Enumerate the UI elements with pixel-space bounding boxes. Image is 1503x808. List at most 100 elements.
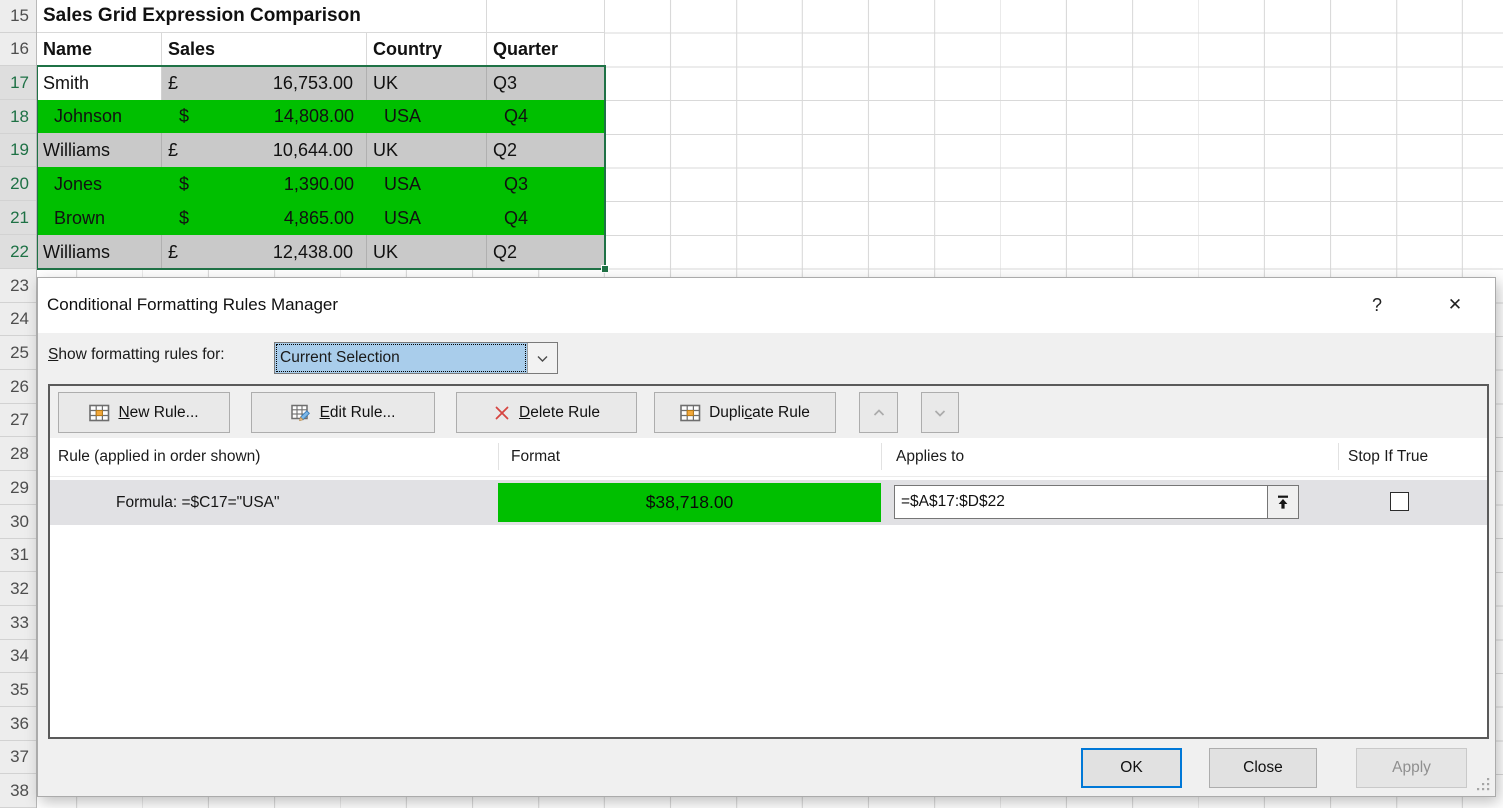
column-header-stop-if-true: Stop If True xyxy=(1348,438,1428,476)
row-number-22[interactable]: 22 xyxy=(0,235,36,269)
cell-b17[interactable]: £16,753.00 xyxy=(162,66,367,100)
move-rule-up-button[interactable] xyxy=(859,392,898,433)
row-number-26[interactable]: 26 xyxy=(0,370,36,404)
amount: 10,644.00 xyxy=(273,140,353,161)
new-rule-button[interactable]: New Rule... xyxy=(58,392,230,433)
fill-handle[interactable] xyxy=(601,265,609,273)
cell-b18[interactable]: $14,808.00 xyxy=(162,100,367,133)
row-number-35[interactable]: 35 xyxy=(0,673,36,707)
row-number-28[interactable]: 28 xyxy=(0,437,36,471)
cell-d22[interactable]: Q2 xyxy=(487,235,605,269)
row-number-23[interactable]: 23 xyxy=(0,269,36,303)
row-number-30[interactable]: 30 xyxy=(0,505,36,539)
column-separator xyxy=(881,443,882,470)
cell-d18[interactable]: Q4 xyxy=(487,100,605,133)
cell-d16-header-quarter[interactable]: Quarter xyxy=(487,33,605,66)
currency-symbol: £ xyxy=(168,140,178,161)
row-number-16[interactable]: 16 xyxy=(0,33,36,66)
cell-c18[interactable]: USA xyxy=(367,100,487,133)
cell-a22[interactable]: Williams xyxy=(37,235,162,269)
cell-a21[interactable]: Brown xyxy=(37,201,162,235)
cell-b22[interactable]: £12,438.00 xyxy=(162,235,367,269)
applies-to-input[interactable] xyxy=(895,486,1267,518)
apply-button[interactable]: Apply xyxy=(1356,748,1467,788)
cell-d15[interactable] xyxy=(487,0,605,33)
cell-a16-header-name[interactable]: Name xyxy=(37,33,162,66)
amount: 12,438.00 xyxy=(273,242,353,263)
cell-c20[interactable]: USA xyxy=(367,167,487,201)
red-x-icon xyxy=(493,404,511,422)
row-number-36[interactable]: 36 xyxy=(0,707,36,741)
duplicate-rule-label: Duplicate Rule xyxy=(709,404,810,422)
currency-symbol: $ xyxy=(179,106,189,127)
edit-rule-label: Edit Rule... xyxy=(320,404,396,422)
amount: 1,390.00 xyxy=(284,174,354,195)
cell-c16-header-country[interactable]: Country xyxy=(367,33,487,66)
close-icon[interactable]: ✕ xyxy=(1438,290,1472,320)
scope-dropdown[interactable]: Current Selection xyxy=(274,342,558,374)
cell-d17[interactable]: Q3 xyxy=(487,66,605,100)
edit-rule-button[interactable]: Edit Rule... xyxy=(251,392,435,433)
new-rule-label: New Rule... xyxy=(118,404,198,422)
cell-b16-header-sales[interactable]: Sales xyxy=(162,33,367,66)
cell-c22[interactable]: UK xyxy=(367,235,487,269)
rule-formula-text: Formula: =$C17="USA" xyxy=(116,480,280,525)
resize-grip[interactable] xyxy=(1477,778,1490,791)
rule-format-preview: $38,718.00 xyxy=(498,483,881,522)
cell-b21[interactable]: $4,865.00 xyxy=(162,201,367,235)
close-button[interactable]: Close xyxy=(1209,748,1317,788)
row-number-33[interactable]: 33 xyxy=(0,606,36,640)
row-number-25[interactable]: 25 xyxy=(0,336,36,370)
cell-c17[interactable]: UK xyxy=(367,66,487,100)
cell-a17-active[interactable]: Smith xyxy=(37,66,162,100)
show-formatting-rules-label: Show formatting rules for: xyxy=(48,346,225,364)
rules-toolbar: New Rule... Edit Rule... Delete Rule Dup… xyxy=(50,386,1487,438)
help-icon[interactable]: ? xyxy=(1360,290,1394,320)
row-number-32[interactable]: 32 xyxy=(0,572,36,606)
currency-symbol: $ xyxy=(179,208,189,229)
row-number-29[interactable]: 29 xyxy=(0,471,36,505)
rule-row-selected[interactable]: Formula: =$C17="USA" $38,718.00 xyxy=(50,480,1487,525)
cell-b20[interactable]: $1,390.00 xyxy=(162,167,367,201)
row-number-27[interactable]: 27 xyxy=(0,404,36,437)
dialog-titlebar: Conditional Formatting Rules Manager ? ✕ xyxy=(38,278,1495,333)
column-separator xyxy=(498,443,499,470)
cell-d20[interactable]: Q3 xyxy=(487,167,605,201)
cell-c19[interactable]: UK xyxy=(367,133,487,167)
row-number-19[interactable]: 19 xyxy=(0,134,36,167)
currency-symbol: £ xyxy=(168,242,178,263)
cell-c21[interactable]: USA xyxy=(367,201,487,235)
chevron-down-icon[interactable] xyxy=(527,343,557,373)
row-number-34[interactable]: 34 xyxy=(0,640,36,673)
row-number-17[interactable]: 17 xyxy=(0,66,36,100)
ok-button[interactable]: OK xyxy=(1081,748,1182,788)
cell-b19[interactable]: £10,644.00 xyxy=(162,133,367,167)
stop-if-true-checkbox[interactable] xyxy=(1390,492,1409,511)
column-header-rule: Rule (applied in order shown) xyxy=(58,438,260,476)
row-number-31[interactable]: 31 xyxy=(0,539,36,572)
cell-d19[interactable]: Q2 xyxy=(487,133,605,167)
move-rule-down-button[interactable] xyxy=(921,392,959,433)
cell-a18[interactable]: Johnson xyxy=(37,100,162,133)
cell-a15-title[interactable]: Sales Grid Expression Comparison xyxy=(37,0,487,33)
row-number-21[interactable]: 21 xyxy=(0,201,36,235)
table-pencil-icon xyxy=(291,404,312,422)
row-number-20[interactable]: 20 xyxy=(0,167,36,201)
cell-a19[interactable]: Williams xyxy=(37,133,162,167)
duplicate-rule-button[interactable]: Duplicate Rule xyxy=(654,392,836,433)
row-number-38[interactable]: 38 xyxy=(0,774,36,808)
row-number-24[interactable]: 24 xyxy=(0,303,36,336)
applies-to-field xyxy=(894,485,1299,519)
table-grid-icon xyxy=(680,404,701,422)
row-number-18[interactable]: 18 xyxy=(0,100,36,134)
collapse-dialog-range-picker-button[interactable] xyxy=(1267,486,1298,518)
amount: 16,753.00 xyxy=(273,73,353,94)
row-number-15[interactable]: 15 xyxy=(0,0,36,33)
delete-rule-button[interactable]: Delete Rule xyxy=(456,392,637,433)
amount: 14,808.00 xyxy=(274,106,354,127)
row-number-37[interactable]: 37 xyxy=(0,741,36,774)
row-header-column: 1516171819202122232425262728293031323334… xyxy=(0,0,37,808)
cell-d21[interactable]: Q4 xyxy=(487,201,605,235)
rules-list-header: Rule (applied in order shown) Format App… xyxy=(50,438,1487,477)
cell-a20[interactable]: Jones xyxy=(37,167,162,201)
